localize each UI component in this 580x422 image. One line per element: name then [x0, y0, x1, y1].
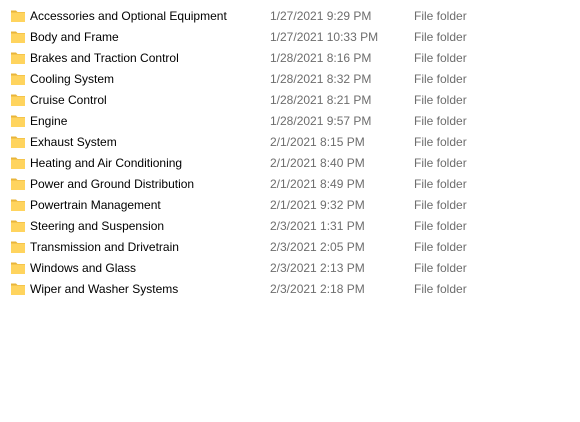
file-row[interactable]: Transmission and Drivetrain 2/3/2021 2:0… [0, 237, 580, 258]
file-name: Brakes and Traction Control [30, 51, 179, 65]
file-row[interactable]: Heating and Air Conditioning 2/1/2021 8:… [0, 153, 580, 174]
file-type: File folder [414, 198, 467, 212]
file-type: File folder [414, 156, 467, 170]
file-date-modified: 2/3/2021 2:18 PM [270, 282, 365, 296]
folder-icon [11, 72, 25, 85]
file-row[interactable]: Accessories and Optional Equipment 1/27/… [0, 6, 580, 27]
file-row[interactable]: Power and Ground Distribution 2/1/2021 8… [0, 174, 580, 195]
file-type: File folder [414, 114, 467, 128]
file-date-modified: 2/3/2021 1:31 PM [270, 219, 365, 233]
file-row[interactable]: Engine 1/28/2021 9:57 PM File folder [0, 111, 580, 132]
file-name: Wiper and Washer Systems [30, 282, 179, 296]
file-date-modified: 2/1/2021 8:15 PM [270, 135, 365, 149]
file-date-modified: 1/28/2021 8:32 PM [270, 72, 372, 86]
file-name: Powertrain Management [30, 198, 161, 212]
folder-icon [11, 219, 25, 232]
folder-icon [11, 51, 25, 64]
file-name: Heating and Air Conditioning [30, 156, 183, 170]
file-name: Cooling System [30, 72, 115, 86]
folder-icon [11, 240, 25, 253]
file-name: Steering and Suspension [30, 219, 165, 233]
file-type: File folder [414, 135, 467, 149]
file-type: File folder [414, 30, 467, 44]
file-name: Transmission and Drivetrain [30, 240, 179, 254]
file-row[interactable]: Cruise Control 1/28/2021 8:21 PM File fo… [0, 90, 580, 111]
file-date-modified: 2/1/2021 9:32 PM [270, 198, 365, 212]
folder-icon [11, 114, 25, 127]
folder-icon [11, 177, 25, 190]
file-name: Body and Frame [30, 30, 119, 44]
file-type: File folder [414, 240, 467, 254]
file-date-modified: 1/28/2021 9:57 PM [270, 114, 372, 128]
file-row[interactable]: Exhaust System 2/1/2021 8:15 PM File fol… [0, 132, 580, 153]
file-date-modified: 2/1/2021 8:40 PM [270, 156, 365, 170]
file-name: Power and Ground Distribution [30, 177, 195, 191]
file-date-modified: 1/27/2021 10:33 PM [270, 30, 379, 44]
file-type: File folder [414, 51, 467, 65]
file-row[interactable]: Steering and Suspension 2/3/2021 1:31 PM… [0, 216, 580, 237]
file-date-modified: 2/3/2021 2:13 PM [270, 261, 365, 275]
file-list: Accessories and Optional Equipment 1/27/… [0, 6, 580, 300]
file-row[interactable]: Windows and Glass 2/3/2021 2:13 PM File … [0, 258, 580, 279]
folder-icon [11, 135, 25, 148]
file-type: File folder [414, 9, 467, 23]
file-name: Cruise Control [30, 93, 107, 107]
folder-icon [11, 261, 25, 274]
file-type: File folder [414, 261, 467, 275]
folder-icon [11, 282, 25, 295]
file-name: Windows and Glass [30, 261, 137, 275]
file-row[interactable]: Body and Frame 1/27/2021 10:33 PM File f… [0, 27, 580, 48]
file-name: Engine [30, 114, 68, 128]
file-type: File folder [414, 93, 467, 107]
file-name: Exhaust System [30, 135, 117, 149]
file-type: File folder [414, 72, 467, 86]
file-row[interactable]: Brakes and Traction Control 1/28/2021 8:… [0, 48, 580, 69]
folder-icon [11, 156, 25, 169]
file-date-modified: 2/1/2021 8:49 PM [270, 177, 365, 191]
file-date-modified: 1/28/2021 8:21 PM [270, 93, 372, 107]
file-date-modified: 2/3/2021 2:05 PM [270, 240, 365, 254]
file-name: Accessories and Optional Equipment [30, 9, 227, 23]
folder-icon [11, 198, 25, 211]
file-date-modified: 1/27/2021 9:29 PM [270, 9, 372, 23]
file-type: File folder [414, 282, 467, 296]
file-row[interactable]: Wiper and Washer Systems 2/3/2021 2:18 P… [0, 279, 580, 300]
file-row[interactable]: Powertrain Management 2/1/2021 9:32 PM F… [0, 195, 580, 216]
file-type: File folder [414, 177, 467, 191]
file-date-modified: 1/28/2021 8:16 PM [270, 51, 372, 65]
folder-icon [11, 30, 25, 43]
file-row[interactable]: Cooling System 1/28/2021 8:32 PM File fo… [0, 69, 580, 90]
file-type: File folder [414, 219, 467, 233]
folder-icon [11, 9, 25, 22]
folder-icon [11, 93, 25, 106]
